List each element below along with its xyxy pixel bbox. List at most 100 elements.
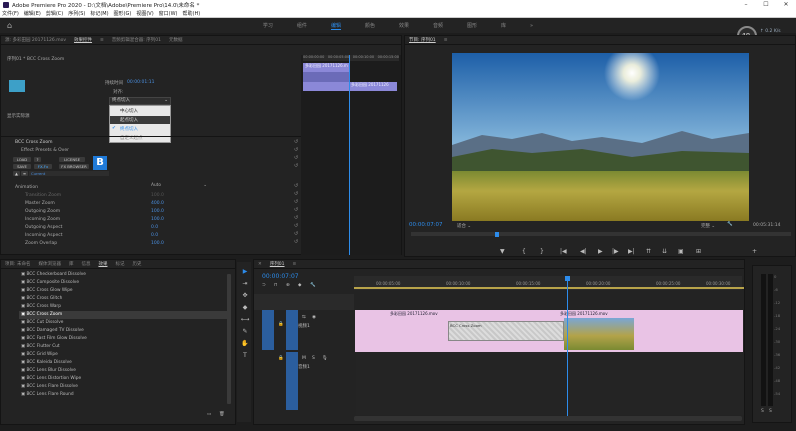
settings-icon[interactable]: 🔧 [310,283,316,288]
tab-history[interactable]: 历史 [132,261,141,267]
license-button[interactable]: LICENSE [59,157,85,162]
animation-dropdown[interactable]: Auto ⌄ [151,183,207,189]
align-option-start-hover[interactable] [110,116,170,124]
workspace-libraries[interactable]: 库 [501,22,506,29]
minimize-button[interactable]: – [736,0,756,9]
sync-lock-icon[interactable]: ⇆ [302,315,306,320]
pen-tool-icon[interactable]: ✎ [240,328,250,335]
list-item[interactable]: ▣ BCC Lens Blur Dissolve [21,368,76,373]
preset-mode-field[interactable]: Current [29,171,109,176]
close-button[interactable]: ✕ [776,0,796,9]
maximize-button[interactable]: ☐ [756,0,776,9]
param-value[interactable]: 100.0 [151,217,164,222]
track-target-a1[interactable] [286,352,298,410]
lock-icon[interactable]: 🔒 [278,356,284,361]
program-scrubber[interactable] [411,232,791,236]
duration-value[interactable]: 00:00:01:11 [127,80,154,85]
menu-view[interactable]: 视图(V) [136,10,153,17]
wrench-icon[interactable]: 🔧 [727,222,733,227]
list-item-selected[interactable]: ▣ BCC Cross Zoom [21,312,62,317]
tab-markers[interactable]: 标记 [115,261,124,267]
track-select-tool-icon[interactable]: ⇥ [240,280,250,287]
workspace-assembly[interactable]: 组件 [297,22,307,29]
list-item[interactable]: ▣ BCC Fast Film Glow Dissolve [21,336,87,341]
mini-playhead[interactable] [349,55,350,255]
mini-clip-b[interactable]: 多彩田园 20171126 [303,82,397,91]
load-button[interactable]: LOAD [13,157,31,162]
hand-tool-icon[interactable]: ✋ [240,340,250,347]
reset-icon[interactable]: ↺ [294,199,298,205]
tab-info[interactable]: 信息 [81,261,90,267]
menu-edit[interactable]: 编辑(E) [24,10,41,17]
fit-dropdown[interactable]: 适合 ⌄ [457,223,471,229]
menu-window[interactable]: 窗口(W) [159,10,178,17]
new-bin-icon[interactable]: ▭ [207,412,211,417]
workspace-effects[interactable]: 效果 [399,22,409,29]
param-value[interactable]: 100.0 [151,241,164,246]
workspace-more[interactable]: » [530,23,533,29]
panel-menu-icon[interactable]: ≡ [444,38,448,43]
delete-icon[interactable]: 🗑 [219,412,225,417]
video-clip-b[interactable]: 多彩田园 20171126.mov [558,311,638,317]
fx-editor-button[interactable]: FX-Fx [34,164,52,169]
menu-graphics[interactable]: 图形(G) [114,10,132,17]
reset-icon[interactable]: ↺ [294,155,298,161]
list-item[interactable]: ▣ BCC Checkerboard Dissolve [21,272,86,277]
effects-scrollbar[interactable] [227,274,231,404]
param-value[interactable]: 100.0 [151,209,164,214]
list-item[interactable]: ▣ BCC Cut Dissolve [21,320,63,325]
lift-button[interactable]: ⇈ [646,248,651,255]
reset-icon[interactable]: ↺ [294,239,298,245]
go-to-out-button[interactable]: ▶| [628,248,635,255]
lock-icon[interactable]: 🔒 [278,322,284,327]
param-value[interactable]: 100.0 [151,193,164,198]
param-value[interactable]: 0.0 [151,233,158,238]
tab-libraries[interactable]: 库 [69,261,74,267]
preset-arrow-icon[interactable]: ▲ [13,171,20,176]
param-value[interactable]: 400.0 [151,201,164,206]
align-dropdown[interactable]: 终点切入 ⌄ [109,97,171,105]
solo-right-button[interactable]: S [769,409,772,414]
video-clip-a[interactable]: 多彩田园 20171126.mov [388,311,468,317]
list-item[interactable]: ▣ BCC Flutter Cut [21,344,60,349]
mini-clip-a[interactable]: 多彩田园 20171126.m [303,63,349,72]
menu-sequence[interactable]: 序列(S) [68,10,85,17]
preset-menu-icon[interactable]: ≡ [21,171,28,176]
align-option-end[interactable]: 终点切入 [120,126,138,132]
solo-left-button[interactable]: S [761,409,764,414]
list-item[interactable]: ▣ BCC Lens Flare Dissolve [21,384,78,389]
reset-icon[interactable]: ↺ [294,207,298,213]
timeline-playhead[interactable] [567,276,568,416]
tab-media-browser[interactable]: 媒体浏览器 [38,261,61,267]
source-patch-v1[interactable] [262,310,274,350]
tab-project[interactable]: 项目: 未命名 [5,261,30,267]
mini-transition[interactable] [303,72,349,82]
menu-file[interactable]: 文件(F) [2,10,19,17]
eye-icon[interactable]: ◉ [312,315,316,320]
list-item[interactable]: ▣ BCC Damaged TV Dissolve [21,328,84,333]
extract-button[interactable]: ⇊ [662,248,667,255]
help-button[interactable]: ? [34,157,41,162]
reset-icon[interactable]: ↺ [294,147,298,153]
reset-icon[interactable]: ↺ [294,231,298,237]
program-timecode[interactable]: 00:00:07:07 [409,222,443,228]
workspace-graphics[interactable]: 图形 [467,22,477,29]
workspace-learn[interactable]: 学习 [263,22,273,29]
list-item[interactable]: ▣ BCC Cross Glitch [21,296,62,301]
fx-browser-button[interactable]: FX BROWSER [59,164,89,169]
tab-metadata[interactable]: 元数据 [169,37,183,43]
tab-effect-controls[interactable]: 效果控件 [74,37,92,43]
home-icon[interactable]: ⌂ [7,21,12,30]
menu-marker[interactable]: 标记(M) [90,10,108,17]
align-option-center[interactable]: 中心切入 [120,108,138,114]
comparison-view-icon[interactable]: ⊞ [696,248,701,255]
selection-tool-icon[interactable]: ▶ [240,268,250,275]
track-target-v1[interactable] [286,310,298,350]
mute-icon[interactable]: M [302,356,306,361]
workspace-color[interactable]: 颜色 [365,22,375,29]
reset-icon[interactable]: ↺ [294,139,298,145]
linked-selection-icon[interactable]: ⊓ [274,283,278,288]
param-value[interactable]: 0.0 [151,225,158,230]
transition-clip[interactable]: BCC Cross Zoom [448,321,564,341]
list-item[interactable]: ▣ BCC Cross Glow Wipe [21,288,73,293]
